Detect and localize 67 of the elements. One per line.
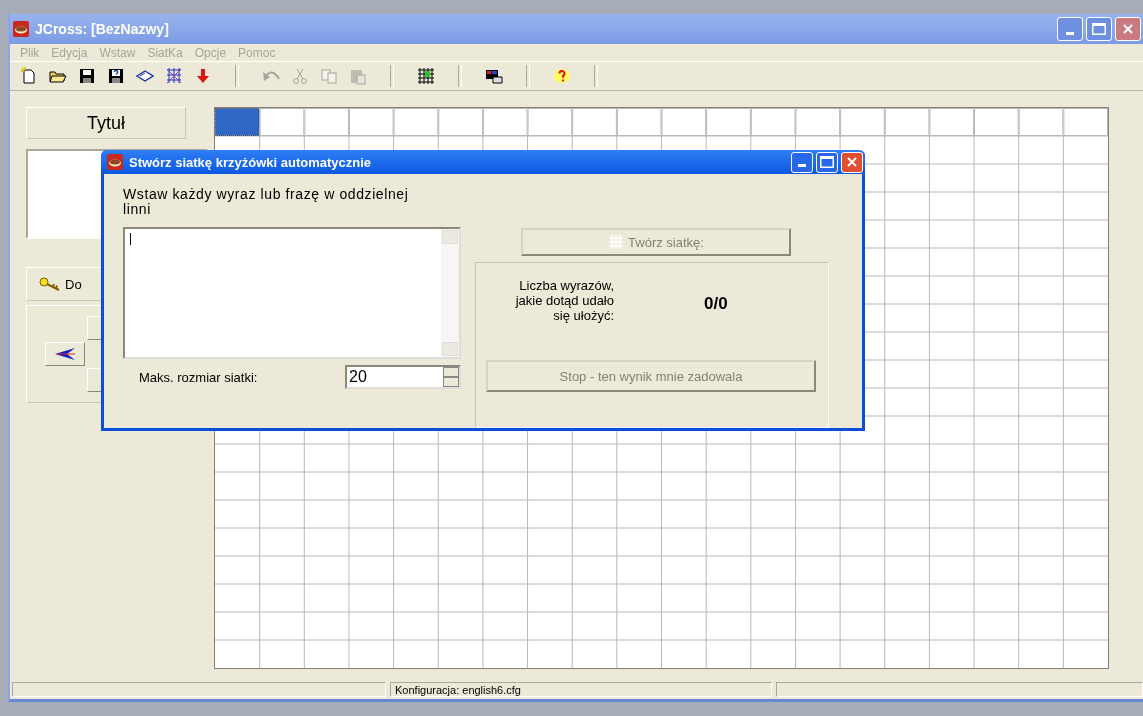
grid-cell[interactable] xyxy=(527,108,573,136)
floppy-question-icon xyxy=(107,67,125,85)
menu-item[interactable]: Wstaw xyxy=(93,45,142,60)
instruction-text: Wstaw każdy wyraz lub frazę w oddzielnej linni xyxy=(123,187,410,217)
status-text: Konfiguracja: english6.cfg xyxy=(390,682,772,697)
close-button[interactable] xyxy=(1115,17,1141,41)
grid-icon xyxy=(608,234,625,250)
grid-cell[interactable] xyxy=(929,108,975,136)
cake-icon xyxy=(13,21,29,37)
grid-cell[interactable] xyxy=(750,108,796,136)
grid-cell[interactable] xyxy=(215,108,260,136)
title-button[interactable]: Tytuł xyxy=(26,107,186,139)
grid-button[interactable] xyxy=(415,65,437,87)
grid-cell[interactable] xyxy=(348,108,394,136)
close-icon xyxy=(847,157,857,167)
grid-cell[interactable] xyxy=(1063,108,1108,136)
size-spin-field[interactable]: 20 xyxy=(345,365,461,389)
key-icon xyxy=(39,277,61,291)
grid-cell[interactable] xyxy=(1018,108,1064,136)
maximize-icon xyxy=(1092,23,1106,35)
grid-cell[interactable] xyxy=(259,108,305,136)
cake-icon xyxy=(107,154,123,170)
text-cursor xyxy=(130,233,131,245)
minimize-button[interactable] xyxy=(791,151,813,173)
grid-cell[interactable] xyxy=(482,108,528,136)
maximize-button[interactable] xyxy=(816,151,838,173)
word-count-label: Liczba wyrazów, jakie dotąd udało się ułożyć: xyxy=(514,278,614,323)
grid-cell[interactable] xyxy=(616,108,662,136)
grid-cell[interactable] xyxy=(706,108,751,136)
grid-cell[interactable] xyxy=(438,108,483,136)
grid-cell[interactable] xyxy=(795,108,841,136)
grid-cell[interactable] xyxy=(393,108,439,136)
word-count-value: 0/0 xyxy=(704,293,728,314)
grid-cell[interactable] xyxy=(304,108,349,136)
menu-item[interactable]: Edycja xyxy=(45,45,94,60)
size-label: Maks. rozmiar siatki: xyxy=(139,369,258,385)
words-text-area[interactable] xyxy=(123,227,461,359)
scrollbar[interactable] xyxy=(441,229,459,357)
minimize-button[interactable] xyxy=(1057,17,1083,41)
dialog-title: Stwórz siatkę krzyżówki automatycznie xyxy=(129,154,373,170)
close-icon xyxy=(1123,24,1133,34)
minimize-icon xyxy=(798,163,806,167)
maximize-icon xyxy=(820,156,834,168)
menu-item[interactable]: SiatKa xyxy=(141,45,189,60)
palette-icon xyxy=(485,67,503,85)
paste-icon xyxy=(349,67,367,85)
grid-icon xyxy=(417,67,435,85)
down-arrow-icon xyxy=(194,67,212,85)
menu-item[interactable]: Opcje xyxy=(188,45,233,60)
window-title: JCross: [BezNazwy] xyxy=(35,21,170,37)
close-button[interactable] xyxy=(841,151,863,173)
grid-cell[interactable] xyxy=(840,108,885,136)
grid-cell[interactable] xyxy=(884,108,930,136)
book-icon xyxy=(136,67,154,85)
left-button[interactable] xyxy=(45,342,85,366)
grid-cell[interactable] xyxy=(572,108,617,136)
menu-item[interactable]: Plik xyxy=(14,45,46,60)
copy-icon xyxy=(320,67,338,85)
menu-item[interactable]: Pomoc xyxy=(232,45,282,60)
grid-cell[interactable] xyxy=(661,108,707,136)
grid-cell[interactable] xyxy=(974,108,1019,136)
help-icon xyxy=(553,67,571,85)
minimize-icon xyxy=(1066,32,1074,35)
maximize-button[interactable] xyxy=(1086,17,1112,41)
scissors-icon xyxy=(291,67,309,85)
new-file-icon xyxy=(20,67,38,85)
tangled-grid-icon xyxy=(165,67,183,85)
